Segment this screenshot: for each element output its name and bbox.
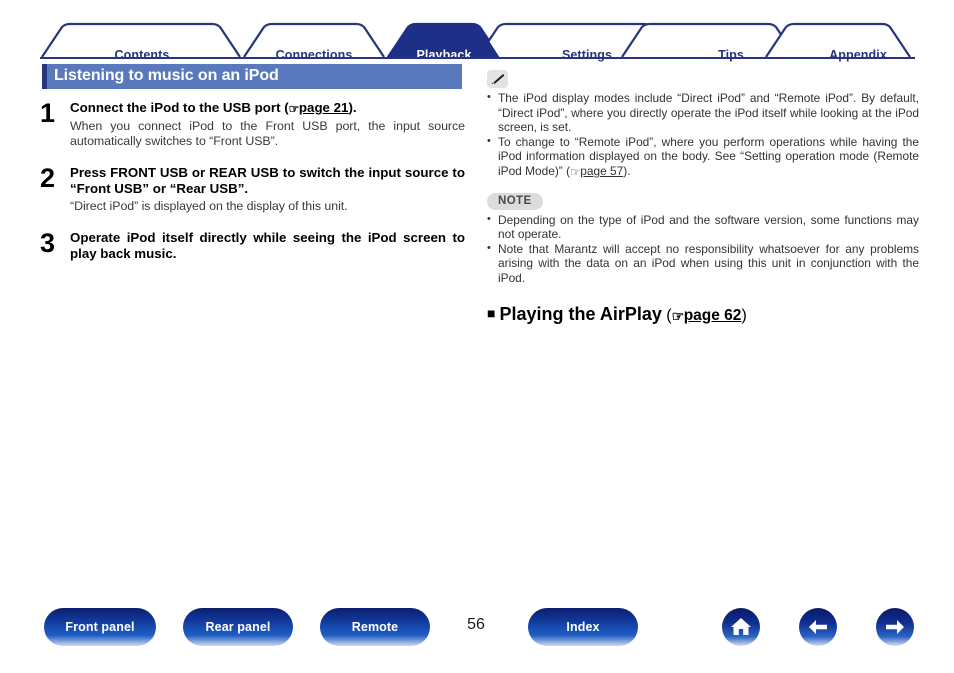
home-icon[interactable] xyxy=(722,608,760,646)
tab-settings[interactable]: Settings xyxy=(507,48,667,62)
step-heading: Connect the iPod to the USB port (☞page … xyxy=(70,100,465,118)
airplay-heading: ■ Playing the AirPlay (☞page 62) xyxy=(487,303,919,326)
arrow-left-icon[interactable] xyxy=(799,608,837,646)
pencil-glyph xyxy=(491,74,505,85)
tab-playback[interactable]: Playback xyxy=(364,48,524,62)
step-body-text: “Direct iPod” is displayed on the displa… xyxy=(70,198,348,213)
step-1: 1 Connect the iPod to the USB port (☞pag… xyxy=(40,100,465,149)
airplay-paren-close: ) xyxy=(741,306,747,324)
step-heading: Operate iPod itself directly while seein… xyxy=(70,229,465,262)
list-item-suffix: ). xyxy=(623,163,631,178)
list-item: Depending on the type of iPod and the so… xyxy=(487,212,919,242)
note-block: NOTE Depending on the type of iPod and t… xyxy=(487,191,919,286)
step-number: 3 xyxy=(40,227,56,258)
page-title: Listening to music on an iPod xyxy=(54,67,279,84)
front-panel-button[interactable]: Front panel xyxy=(44,608,156,646)
step-heading: Press FRONT USB or REAR USB to switch th… xyxy=(70,164,465,197)
list-item: Note that Marantz will accept no respons… xyxy=(487,241,919,286)
left-column: 1 Connect the iPod to the USB port (☞pag… xyxy=(40,100,465,277)
square-bullet-icon: ■ xyxy=(487,304,496,321)
remote-button[interactable]: Remote xyxy=(320,608,430,646)
arrow-right-icon[interactable] xyxy=(876,608,914,646)
section-title-bar: Listening to music on an iPod xyxy=(42,64,462,89)
airplay-title: Playing the AirPlay xyxy=(499,303,662,324)
page-reference-link[interactable]: page 57 xyxy=(580,164,623,178)
tip-bullet-list: The iPod display modes include “Direct i… xyxy=(487,90,919,180)
list-item: The iPod display modes include “Direct i… xyxy=(487,90,919,135)
index-button[interactable]: Index xyxy=(528,608,638,646)
step-body-text: When you connect iPod to the Front USB p… xyxy=(70,118,465,148)
pencil-icon xyxy=(487,70,508,88)
page-reference-link[interactable]: page 62 xyxy=(684,307,742,324)
page-reference-link[interactable]: page 21 xyxy=(299,100,349,115)
step-heading-suffix: ). xyxy=(348,100,357,115)
rear-panel-button[interactable]: Rear panel xyxy=(183,608,293,646)
right-column: The iPod display modes include “Direct i… xyxy=(487,70,919,326)
note-bullet-list: Depending on the type of iPod and the so… xyxy=(487,212,919,286)
tab-bottom-rule xyxy=(40,57,915,59)
pointing-hand-icon: ☞ xyxy=(570,164,581,179)
pointing-hand-icon: ☞ xyxy=(671,307,685,324)
note-badge: NOTE xyxy=(487,192,543,210)
step-number: 1 xyxy=(40,98,56,128)
tab-contents[interactable]: Contents xyxy=(42,48,242,62)
step-heading-text: Connect the iPod to the USB port ( xyxy=(70,100,289,115)
pointing-hand-icon: ☞ xyxy=(288,102,300,116)
tip-block: The iPod display modes include “Direct i… xyxy=(487,70,919,180)
step-number: 2 xyxy=(40,162,56,193)
home-glyph xyxy=(731,618,751,635)
tab-appendix[interactable]: Appendix xyxy=(758,48,954,62)
step-2: 2 Press FRONT USB or REAR USB to switch … xyxy=(40,162,465,214)
page-number: 56 xyxy=(467,616,485,633)
tab-bar: Contents Connections Playback Settings T… xyxy=(40,22,915,62)
list-item-text: To change to “Remote iPod”, where you pe… xyxy=(498,134,919,178)
footer-nav: Front panel Rear panel Remote 56 Index xyxy=(0,608,954,656)
step-3: 3 Operate iPod itself directly while see… xyxy=(40,227,465,263)
arrow-right-glyph xyxy=(886,620,904,634)
arrow-left-glyph xyxy=(809,620,827,634)
airplay-paren-open: ( xyxy=(661,306,672,324)
list-item: To change to “Remote iPod”, where you pe… xyxy=(487,134,919,180)
